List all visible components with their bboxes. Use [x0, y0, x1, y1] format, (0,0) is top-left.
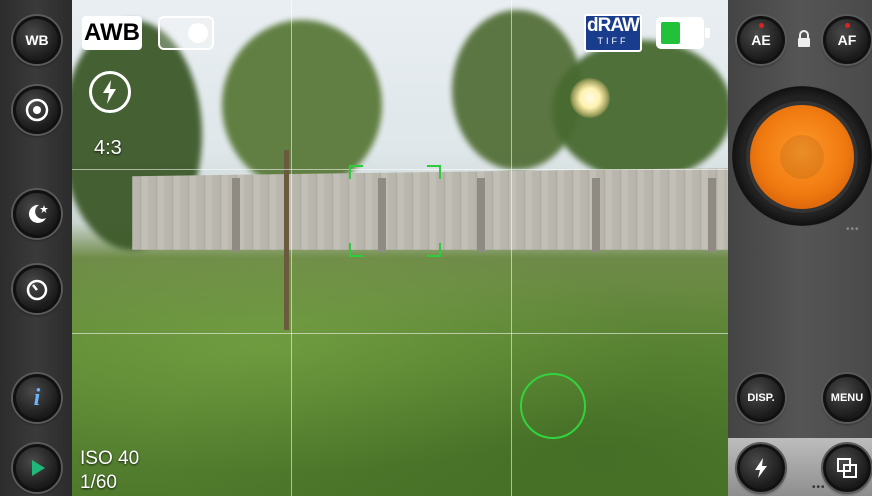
- multi-shot-icon: [837, 458, 857, 478]
- tiff-label: TIFF: [597, 36, 629, 46]
- awb-badge[interactable]: AWB: [82, 16, 142, 50]
- grid-line-vertical-1: [291, 0, 292, 496]
- flash-off-icon: [755, 458, 767, 478]
- focus-corner: [427, 243, 441, 257]
- disp-button[interactable]: DISP.: [737, 374, 785, 422]
- draw-tiff-badge[interactable]: dRAW TIFF: [584, 14, 642, 52]
- af-indicator-dot: [844, 23, 850, 28]
- white-balance-label: WB: [25, 32, 49, 48]
- ae-indicator-dot: [758, 23, 764, 28]
- white-balance-button[interactable]: WB: [13, 16, 61, 64]
- info-icon: i: [33, 384, 41, 411]
- play-button[interactable]: [13, 444, 61, 492]
- flash-auto-icon[interactable]: [89, 71, 131, 113]
- disp-label: DISP.: [747, 392, 775, 404]
- timer-icon: [26, 279, 48, 301]
- bottom-page-dots: •••: [812, 482, 826, 493]
- draw-label: dRAW: [587, 15, 640, 36]
- lock-icon[interactable]: [796, 30, 812, 48]
- stabilizer-icon: [25, 98, 49, 122]
- af-label: AF: [837, 32, 857, 48]
- fence-post: [592, 178, 600, 252]
- camera-viewfinder[interactable]: [72, 0, 728, 496]
- af-button[interactable]: AF: [823, 16, 871, 64]
- grid-line-vertical-2: [511, 0, 512, 496]
- battery-indicator: [656, 17, 710, 49]
- shutter-inner: [780, 135, 824, 179]
- ae-button[interactable]: AE: [737, 16, 785, 64]
- stabilizer-button[interactable]: [13, 86, 61, 134]
- shutter-button[interactable]: [746, 101, 858, 213]
- night-mode-icon: [28, 204, 48, 223]
- focus-box[interactable]: [349, 165, 441, 257]
- toggle-switch-icon: [188, 23, 208, 43]
- iso-readout: ISO 40: [80, 448, 140, 469]
- info-button[interactable]: i: [13, 374, 61, 422]
- lawn: [72, 250, 728, 496]
- battery-tip: [705, 28, 710, 38]
- exposure-point-circle[interactable]: [520, 373, 586, 439]
- flash-button[interactable]: [737, 444, 785, 492]
- fence-post: [232, 178, 240, 252]
- sapling: [284, 150, 289, 330]
- battery-fill: [661, 22, 680, 44]
- play-icon: [32, 460, 45, 476]
- toggle-switch[interactable]: [158, 16, 214, 50]
- menu-label: MENU: [830, 392, 864, 404]
- sun: [570, 78, 610, 118]
- timer-button[interactable]: [13, 265, 61, 313]
- multi-shot-button[interactable]: [823, 444, 871, 492]
- focus-corner: [349, 243, 363, 257]
- shutter-speed-readout: 1/60: [80, 472, 117, 493]
- fence-post: [708, 178, 716, 252]
- awb-label: AWB: [84, 19, 140, 46]
- fence-post: [477, 178, 485, 252]
- focus-corner: [349, 165, 363, 179]
- grid-line-horizontal-2: [72, 333, 728, 334]
- aspect-ratio[interactable]: 4:3: [94, 137, 122, 160]
- night-mode-button[interactable]: [13, 190, 61, 238]
- page-indicator-dots: •••: [846, 224, 860, 235]
- focus-corner: [427, 165, 441, 179]
- menu-button[interactable]: MENU: [823, 374, 871, 422]
- ae-label: AE: [751, 32, 771, 48]
